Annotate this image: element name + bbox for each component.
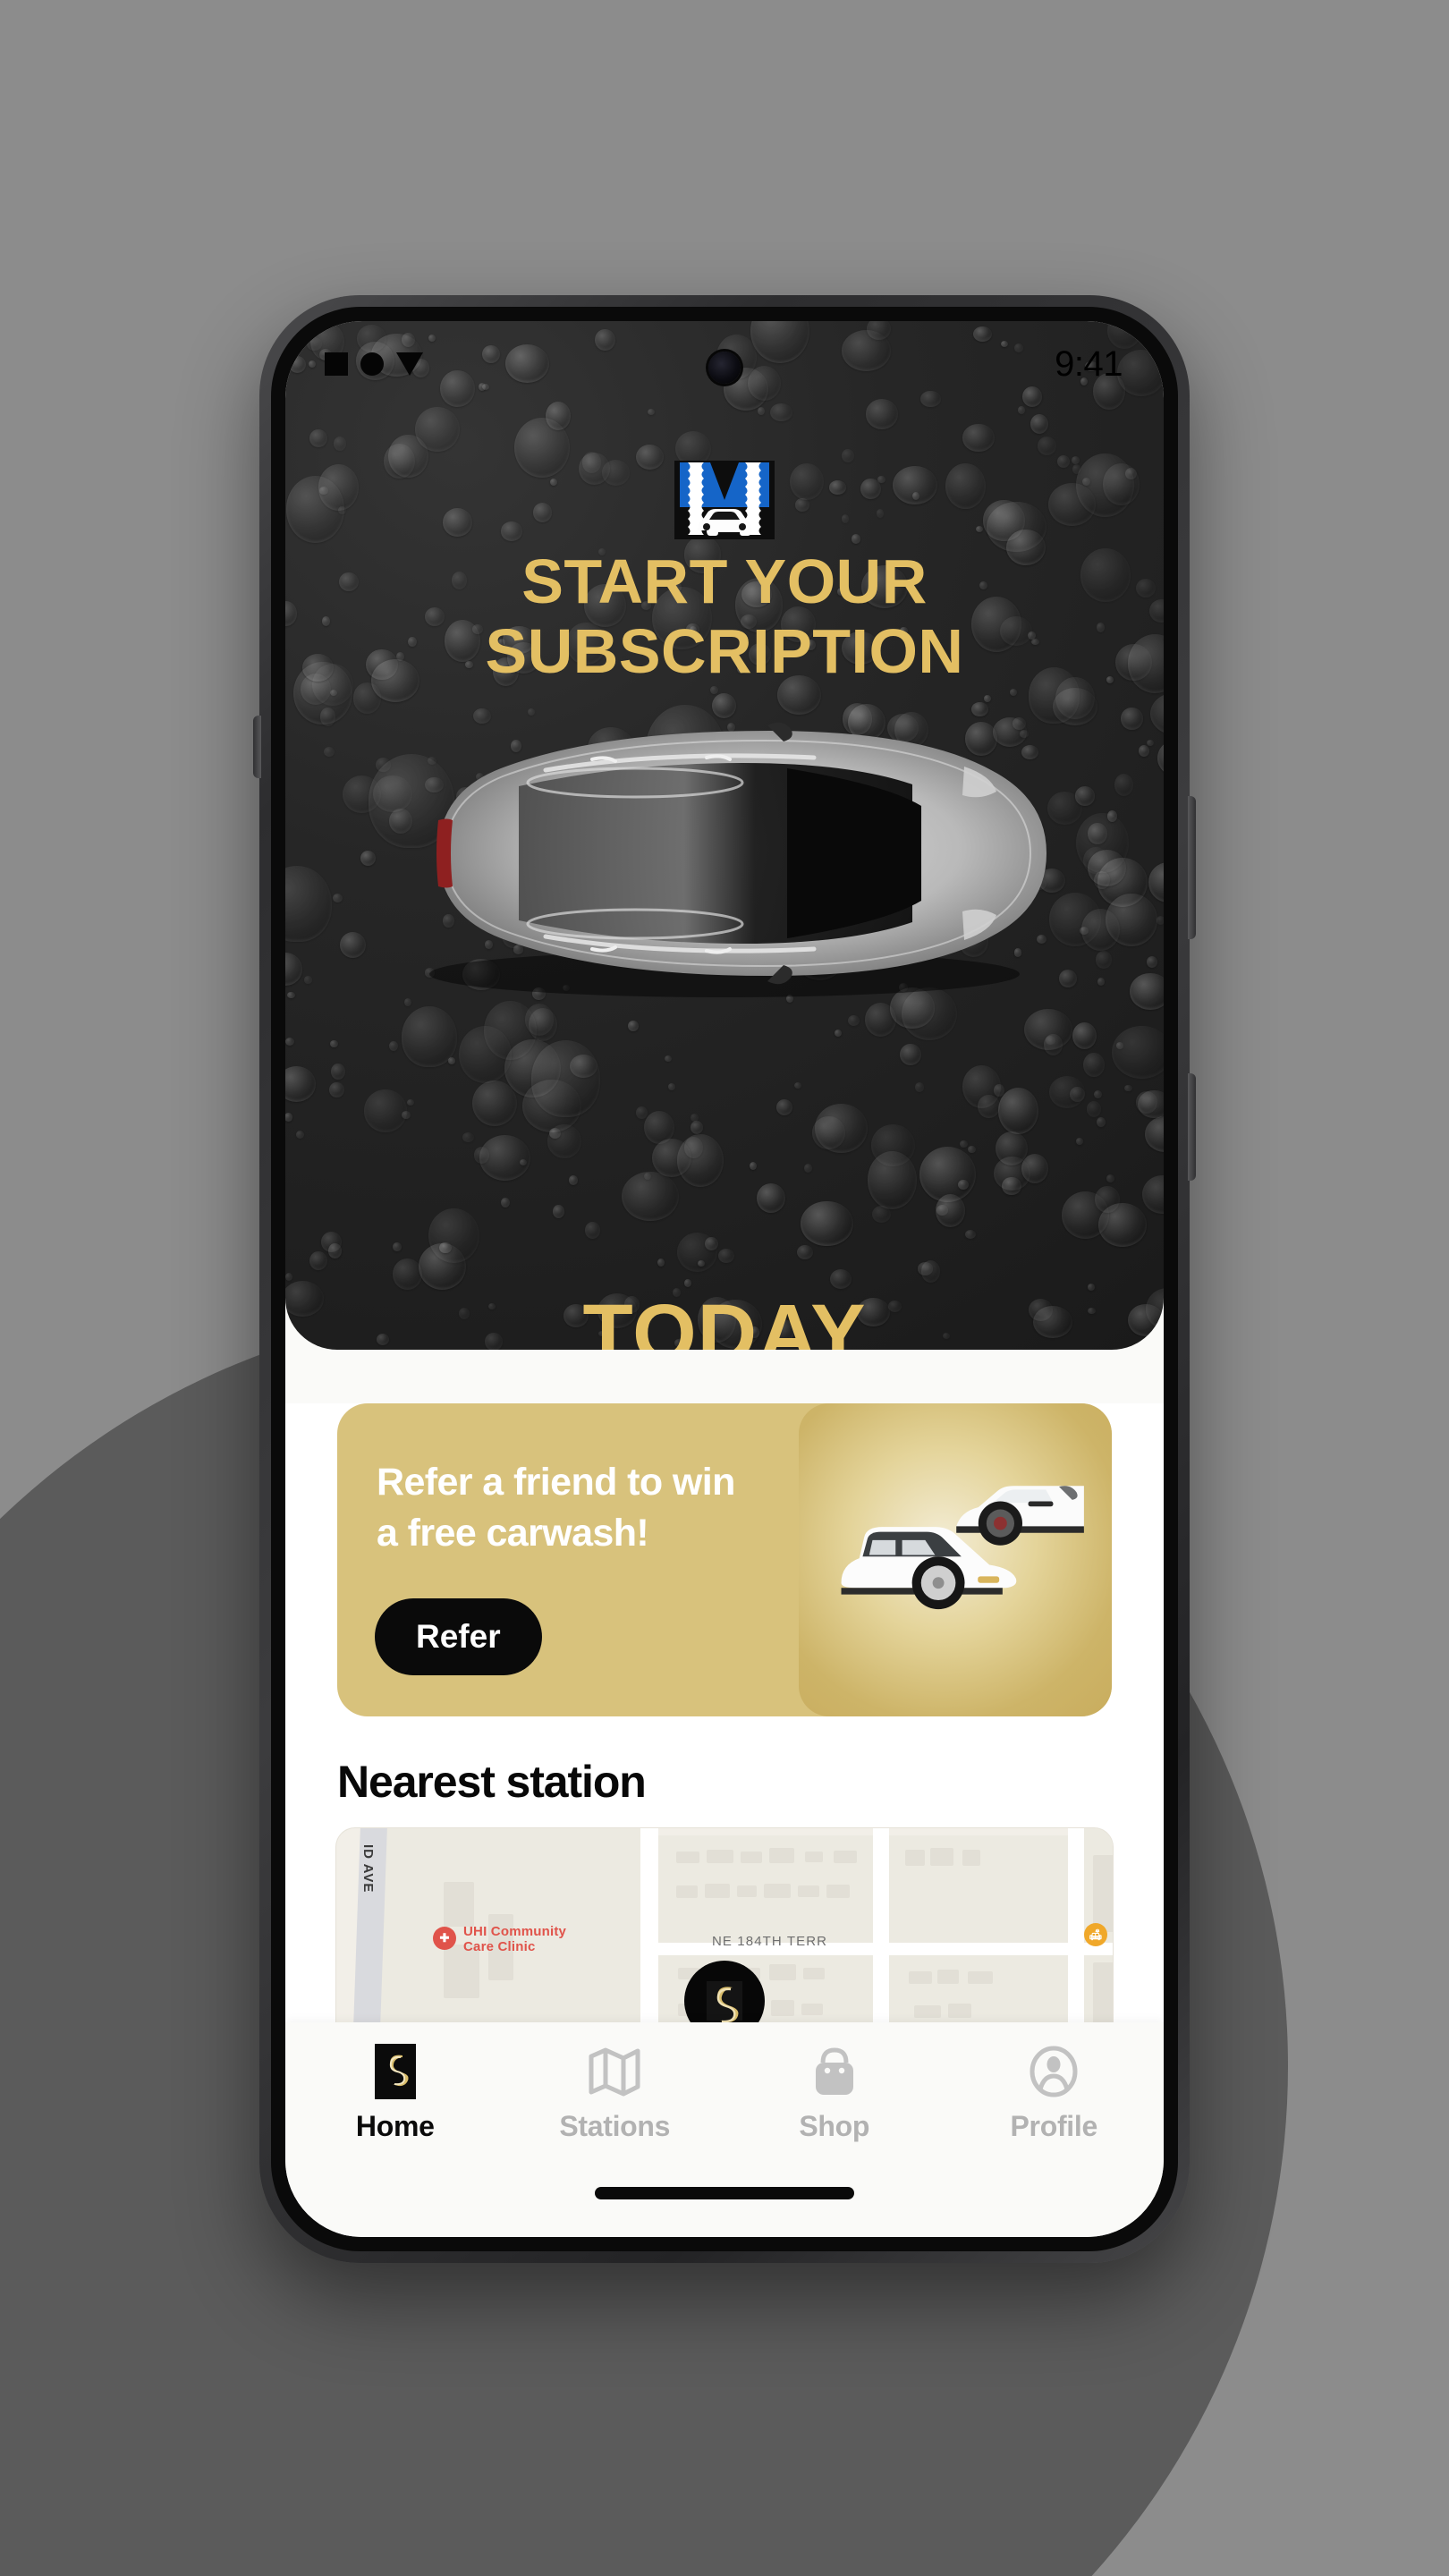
- triangle-down-icon: [396, 352, 423, 376]
- square-icon: [325, 352, 348, 376]
- status-bar-clock: 9:41: [1055, 343, 1123, 384]
- hero-banner[interactable]: 9:41 START YOUR SUBSCRIPTION TODAY: [285, 321, 1164, 1350]
- brand-logo-wrap: [671, 453, 778, 547]
- hero-headline: START YOUR SUBSCRIPTION: [285, 547, 1164, 687]
- phone-bezel: 9:41 START YOUR SUBSCRIPTION TODAY Refer…: [271, 307, 1178, 2251]
- phone-power-button[interactable]: [1188, 1073, 1196, 1181]
- refer-button[interactable]: Refer: [375, 1598, 542, 1675]
- tab-profile[interactable]: Profile: [945, 2044, 1165, 2143]
- refer-text-line-1: Refer a friend to win: [377, 1461, 735, 1504]
- front-camera: [708, 352, 741, 384]
- content-sheet: Refer a friend to win a free carwash! Re…: [285, 1403, 1164, 2087]
- person-icon: [1028, 2044, 1080, 2099]
- headline-line-1: START YOUR: [521, 547, 928, 616]
- refer-a-friend-card[interactable]: Refer a friend to win a free carwash! Re…: [337, 1403, 1112, 1716]
- s-logo-icon: [707, 1981, 742, 2023]
- top-down-grey-car-image: [429, 722, 1046, 997]
- map-poi-label-clinic: UHI Community Care Clinic: [463, 1924, 567, 1954]
- circle-icon: [360, 352, 384, 376]
- map-poi-label-dci: DCI Furniture Warehouse: [1113, 1921, 1114, 1952]
- map-street-184: NE 184TH TERR: [712, 1934, 828, 1949]
- hero-today-text: TODAY: [582, 1288, 867, 1350]
- tab-home[interactable]: Home: [285, 2044, 505, 2143]
- tab-home-label: Home: [355, 2110, 435, 2142]
- s-glyph-icon: [389, 2055, 409, 2087]
- phone-screen: 9:41 START YOUR SUBSCRIPTION TODAY Refer…: [285, 321, 1164, 2237]
- map-avenue-label: ID AVE: [360, 1844, 376, 1894]
- headline-line-2: SUBSCRIPTION: [485, 616, 964, 687]
- phone-volume-button[interactable]: [1188, 796, 1196, 939]
- monster-carwash-m-logo: [674, 461, 775, 539]
- cars-illustration: [841, 1486, 1084, 1610]
- phone-silent-switch[interactable]: [253, 716, 261, 778]
- map-icon: [588, 2044, 641, 2099]
- shopping-bag-icon: [809, 2044, 860, 2099]
- tab-shop-label: Shop: [799, 2110, 870, 2142]
- map-poi-icon-dci: 🛋: [1084, 1923, 1107, 1946]
- tab-stations-label: Stations: [559, 2110, 671, 2142]
- refer-card-text: Refer a friend to win a free carwash!: [377, 1457, 735, 1559]
- bottom-tab-bar: Home Stations Shop Profile: [285, 2022, 1164, 2237]
- map-poi-icon-clinic: ✚: [433, 1927, 456, 1950]
- refer-text-line-2: a free carwash!: [377, 1511, 649, 1555]
- home-s-logo-icon: [374, 2044, 416, 2099]
- two-white-sports-cars-image: [799, 1403, 1112, 1716]
- nearest-station-title: Nearest station: [337, 1757, 647, 1807]
- tab-stations[interactable]: Stations: [505, 2044, 725, 2143]
- tab-shop[interactable]: Shop: [724, 2044, 945, 2143]
- home-indicator[interactable]: [595, 2187, 854, 2199]
- phone-device-frame: 9:41 START YOUR SUBSCRIPTION TODAY Refer…: [253, 295, 1196, 2263]
- tab-profile-label: Profile: [1010, 2110, 1098, 2142]
- status-bar-icons: [325, 352, 423, 376]
